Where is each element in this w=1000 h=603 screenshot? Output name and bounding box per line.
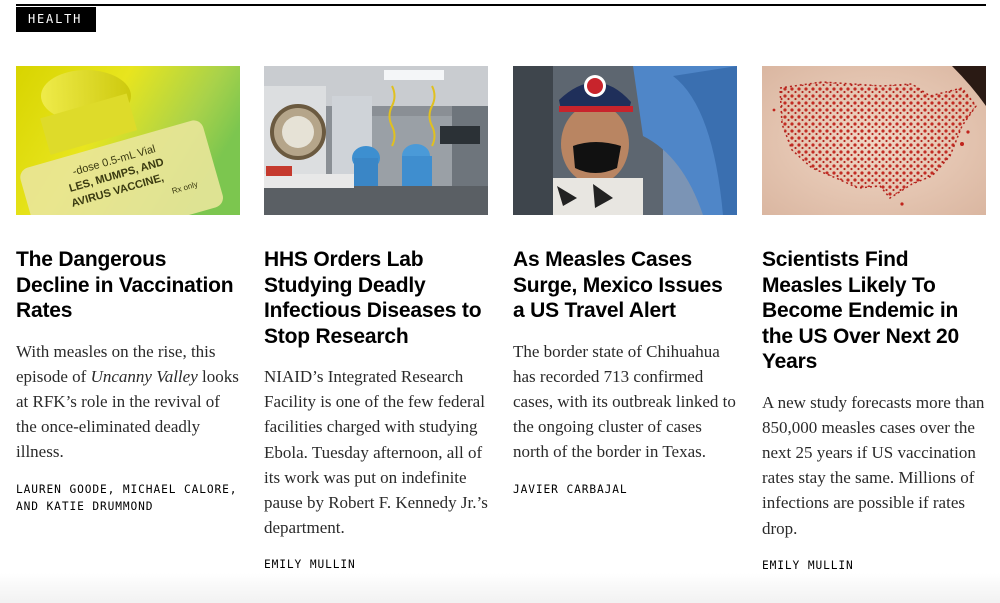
story-title[interactable]: HHS Orders Lab Studying Deadly Infectiou… <box>264 247 488 349</box>
story-card-hhs-lab: HHS Orders Lab Studying Deadly Infectiou… <box>264 66 488 573</box>
section-rule <box>16 4 986 6</box>
boy-vaccination-image[interactable] <box>513 66 737 215</box>
story-card-mexico-alert: As Measles Cases Surge, Mexico Issues a … <box>513 66 737 498</box>
story-dek: With measles on the rise, this episode o… <box>16 341 239 462</box>
story-byline[interactable]: LAUREN GOODE, MICHAEL CALORE, AND KATIE … <box>16 481 240 515</box>
story-dek: NIAID’s Integrated Research Facility is … <box>264 367 488 538</box>
story-byline[interactable]: EMILY MULLIN <box>264 556 488 573</box>
show-name: Uncanny Valley <box>90 366 198 386</box>
story-title[interactable]: The Dangerous Decline in Vaccination Rat… <box>16 247 240 324</box>
story-dek: The border state of Chihuahua has record… <box>513 341 736 462</box>
story-byline[interactable]: EMILY MULLIN <box>762 557 986 574</box>
story-title[interactable]: As Measles Cases Surge, Mexico Issues a … <box>513 247 737 324</box>
lab-image[interactable] <box>264 66 488 215</box>
vaccine-vial-image[interactable]: -dose 0.5-mL Vial LES, MUMPS, AND AVIRUS… <box>16 66 240 215</box>
story-title[interactable]: Scientists Find Measles Likely To Become… <box>762 247 986 375</box>
us-map-rash-image[interactable] <box>762 66 986 215</box>
story-card-vaccination: -dose 0.5-mL Vial LES, MUMPS, AND AVIRUS… <box>16 66 240 515</box>
section-label[interactable]: HEALTH <box>16 7 96 32</box>
story-byline[interactable]: JAVIER CARBAJAL <box>513 481 737 498</box>
story-card-endemic: Scientists Find Measles Likely To Become… <box>762 66 986 574</box>
bottom-fade <box>0 573 1000 603</box>
story-dek: A new study forecasts more than 850,000 … <box>762 392 985 538</box>
